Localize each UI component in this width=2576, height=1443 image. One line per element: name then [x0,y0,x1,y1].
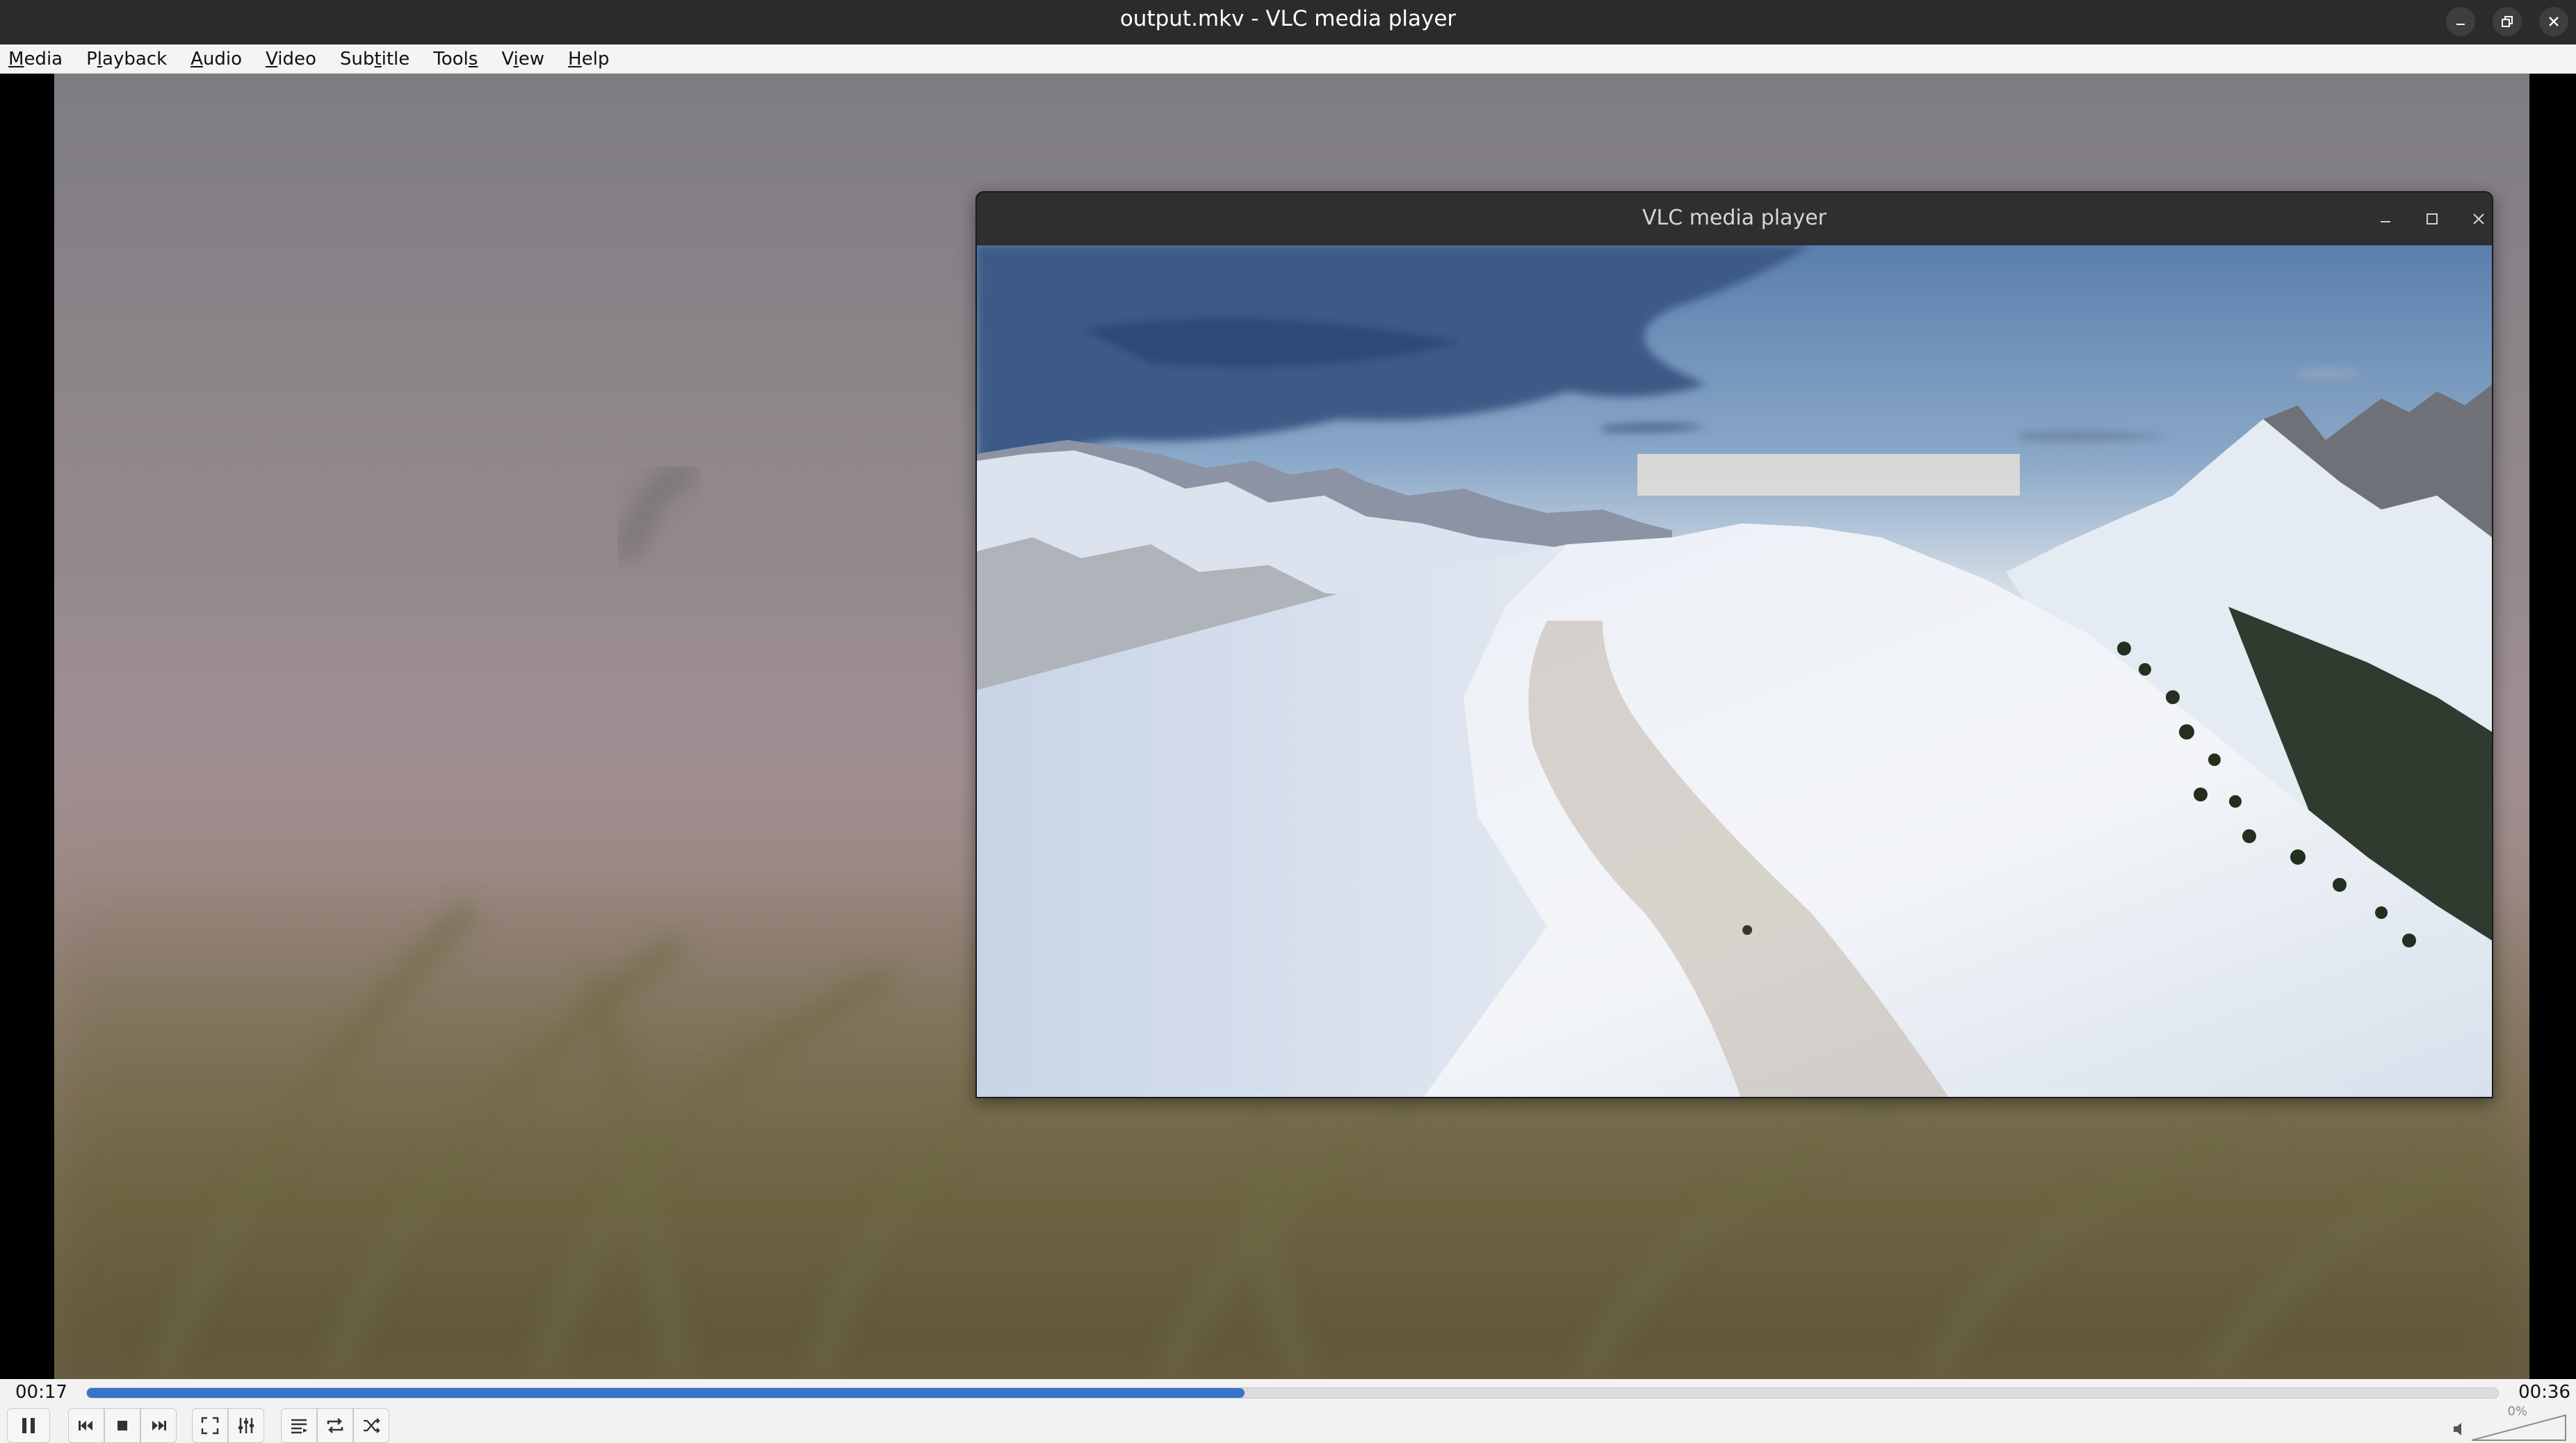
stop-button[interactable] [104,1408,140,1443]
secondary-video-frame [977,245,2492,1097]
pause-icon [22,1418,35,1433]
menu-video[interactable]: Video [266,45,316,73]
playlist-icon [291,1419,307,1434]
previous-icon [79,1421,92,1430]
window-titlebar: output.mkv - VLC media player [0,0,2576,44]
previous-button[interactable] [68,1408,104,1443]
volume-slider[interactable] [2451,1405,2569,1442]
close-button[interactable] [2539,7,2568,36]
total-time: 00:36 [2518,1382,2570,1403]
mountain-scene [977,245,2492,1097]
menu-view[interactable]: View [501,45,544,73]
extended-settings-icon [238,1418,254,1433]
shuffle-icon [364,1418,380,1433]
close-icon [2549,17,2559,26]
extended-settings-button[interactable] [228,1408,264,1443]
seek-progress [87,1388,1245,1398]
fullscreen-button[interactable] [192,1408,228,1443]
minimize-button[interactable] [2446,7,2475,36]
menu-bar: Media Playback Audio Video Subtitle Tool… [0,44,2576,74]
minimize-icon [2456,24,2465,25]
stop-icon [118,1421,127,1430]
loop-button[interactable] [317,1408,353,1443]
secondary-minimize-button[interactable] [2373,206,2398,231]
next-button[interactable] [140,1408,177,1443]
secondary-maximize-button[interactable] [2420,206,2445,231]
maximize-icon [2427,213,2438,225]
restore-button[interactable] [2493,7,2522,36]
playback-controls: 00:17 00:36 0% [0,1379,2576,1443]
speaker-icon [2454,1423,2461,1435]
seek-slider[interactable] [86,1387,2499,1399]
playlist-button[interactable] [281,1408,317,1443]
secondary-window-titlebar[interactable]: VLC media player [977,193,2492,245]
secondary-vlc-window[interactable]: VLC media player [975,191,2493,1098]
next-icon [152,1421,166,1430]
loop-icon [327,1418,343,1433]
elapsed-time: 00:17 [15,1382,67,1403]
volume-ramp [2471,1414,2566,1441]
fullscreen-icon [201,1417,219,1435]
menu-playback[interactable]: Playback [86,45,167,73]
secondary-window-title: VLC media player [1642,206,1826,230]
shuffle-button[interactable] [353,1408,389,1443]
restore-icon [2502,16,2513,27]
menu-help[interactable]: Help [568,45,609,73]
video-area[interactable]: VLC media player [0,74,2576,1379]
minimize-icon [2381,221,2390,222]
menu-subtitle[interactable]: Subtitle [340,45,410,73]
menu-media[interactable]: Media [8,45,63,73]
window-title: output.mkv - VLC media player [1119,6,1457,31]
menu-tools[interactable]: Tools [433,45,478,73]
pause-button[interactable] [7,1408,50,1443]
menu-audio[interactable]: Audio [191,45,242,73]
secondary-close-button[interactable] [2466,206,2491,231]
close-icon [2473,213,2484,225]
